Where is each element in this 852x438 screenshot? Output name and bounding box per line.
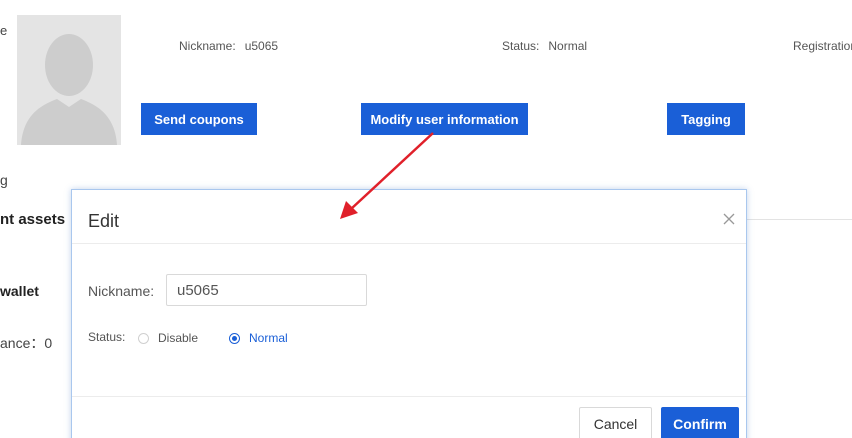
status-value: Normal — [548, 39, 588, 53]
cancel-button[interactable]: Cancel — [579, 407, 652, 438]
wallet-heading: wallet — [0, 283, 39, 299]
radio-circle — [229, 332, 240, 344]
status-radio-normal[interactable]: Normal — [229, 331, 288, 345]
balance-text: ance：0 — [0, 335, 53, 351]
status-radio-disable[interactable]: Disable — [138, 331, 198, 345]
nickname-field-label: Nickname: — [88, 283, 155, 299]
status-info: Status: Normal — [502, 39, 587, 53]
avatar — [17, 15, 121, 145]
status-field-label: Status: — [88, 330, 126, 344]
status-label: Status: — [502, 39, 540, 53]
tagging-button[interactable]: Tagging — [667, 103, 745, 135]
radio-label: Disable — [158, 331, 199, 345]
radio-circle — [138, 332, 149, 344]
modal-footer-divider — [72, 396, 746, 397]
registration-label: Registration — [793, 39, 852, 53]
nickname-label: Nickname: — [179, 39, 236, 53]
send-coupons-button[interactable]: Send coupons — [141, 103, 257, 135]
section-divider — [745, 219, 852, 220]
registration-info: Registration — [793, 39, 852, 53]
radio-label: Normal — [249, 331, 288, 345]
avatar-placeholder-icon — [17, 15, 121, 145]
account-assets-heading: nt assets — [0, 211, 66, 228]
modal-title: Edit — [88, 211, 120, 231]
modal-header: Edit — [72, 190, 746, 244]
bg-label-fragment: e — [0, 23, 8, 38]
nickname-input[interactable] — [166, 274, 367, 306]
bg-label-fragment: g — [0, 172, 8, 188]
confirm-button[interactable]: Confirm — [661, 407, 739, 438]
close-icon[interactable] — [722, 212, 736, 226]
edit-modal: Edit Nickname: Status: Disable Normal Ca… — [71, 189, 747, 438]
modify-user-information-button[interactable]: Modify user information — [361, 103, 528, 135]
nickname-value: u5065 — [244, 39, 279, 53]
nickname-info: Nickname: u5065 — [179, 39, 278, 53]
